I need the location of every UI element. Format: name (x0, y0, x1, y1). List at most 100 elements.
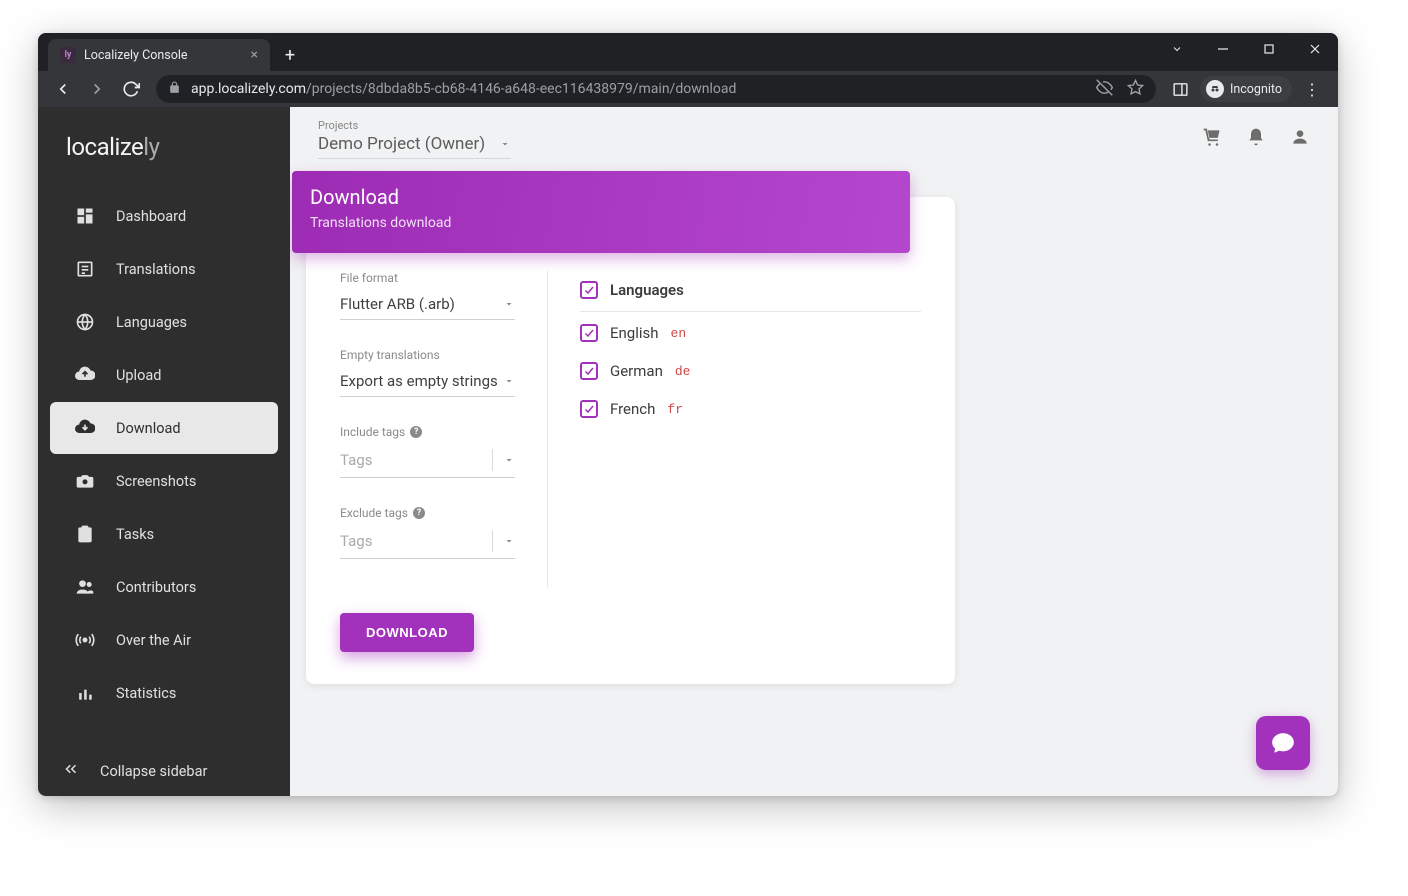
eye-off-icon[interactable] (1096, 79, 1113, 100)
sidebar-item-screenshots[interactable]: Screenshots (50, 455, 278, 507)
sidebar-item-label: Over the Air (116, 632, 191, 649)
bell-icon[interactable] (1246, 127, 1266, 151)
sidebar-item-ota[interactable]: Over the Air (50, 614, 278, 666)
empty-translations-select[interactable]: Export as empty strings (340, 368, 515, 397)
browser-addressbar: app.localizely.com/projects/8dbda8b5-cb6… (38, 71, 1338, 107)
upload-icon (74, 364, 96, 386)
sidebar-item-tasks[interactable]: Tasks (50, 508, 278, 560)
empty-translations-label: Empty translations (340, 348, 515, 362)
browser-tabbar: ly Localizely Console × + (38, 33, 1338, 71)
language-code: fr (667, 402, 683, 417)
sidebar-item-contributors[interactable]: Contributors (50, 561, 278, 613)
list-icon (74, 258, 96, 280)
close-window-button[interactable] (1292, 33, 1338, 65)
incognito-chip[interactable]: Incognito (1200, 76, 1292, 102)
topbar: Projects Demo Project (Owner) (290, 107, 1338, 167)
sidebar-item-label: Download (116, 420, 181, 437)
sidebar-item-label: Screenshots (116, 473, 196, 490)
help-icon[interactable]: ? (413, 507, 425, 519)
chevron-down-icon (503, 454, 515, 466)
globe-icon (74, 311, 96, 333)
project-value: Demo Project (Owner) (318, 134, 485, 154)
sidebar-item-upload[interactable]: Upload (50, 349, 278, 401)
exclude-tags-select[interactable]: Tags (340, 526, 515, 559)
card-header: Download Translations download (292, 171, 910, 253)
cart-icon[interactable] (1202, 127, 1222, 151)
sidebar-item-label: Languages (116, 314, 187, 331)
chevrons-left-icon (62, 760, 80, 782)
language-code: en (671, 326, 687, 341)
reload-button[interactable] (116, 74, 146, 104)
language-code: de (675, 364, 691, 379)
download-card: Download Translations download File form… (306, 197, 955, 684)
language-name: German (610, 362, 663, 380)
projects-label: Projects (318, 119, 511, 132)
camera-icon (74, 470, 96, 492)
close-icon[interactable]: × (251, 47, 258, 63)
sidebar-item-label: Statistics (116, 685, 176, 702)
sidebar-item-dashboard[interactable]: Dashboard (50, 190, 278, 242)
maximize-button[interactable] (1246, 33, 1292, 65)
file-format-label: File format (340, 271, 515, 285)
language-name: English (610, 324, 659, 342)
download-button[interactable]: DOWNLOAD (340, 613, 474, 652)
clipboard-icon (74, 523, 96, 545)
tab-title: Localizely Console (84, 48, 243, 63)
incognito-icon (1206, 80, 1224, 98)
language-row: English en (580, 314, 921, 352)
logo: localizely (38, 107, 290, 185)
collapse-sidebar-button[interactable]: Collapse sidebar (38, 746, 290, 796)
menu-button[interactable]: ⋮ (1296, 80, 1328, 99)
broadcast-icon (74, 629, 96, 651)
chevron-down-icon (503, 535, 515, 547)
sidebar-item-label: Tasks (116, 526, 154, 543)
file-format-select[interactable]: Flutter ARB (.arb) (340, 291, 515, 320)
browser-tab[interactable]: ly Localizely Console × (48, 39, 270, 71)
chevron-down-icon (503, 298, 515, 310)
sidebar-item-download[interactable]: Download (50, 402, 278, 454)
help-icon[interactable]: ? (410, 426, 422, 438)
panel-icon[interactable] (1166, 74, 1196, 104)
project-selector[interactable]: Projects Demo Project (Owner) (318, 119, 511, 159)
bar-chart-icon (74, 682, 96, 704)
sidebar-item-label: Dashboard (116, 208, 186, 225)
languages-all-checkbox[interactable] (580, 281, 598, 299)
dashboard-icon (74, 205, 96, 227)
new-tab-button[interactable]: + (276, 41, 304, 69)
minimize-button[interactable] (1200, 33, 1246, 65)
language-row: German de (580, 352, 921, 390)
tab-favicon-icon: ly (60, 47, 76, 63)
back-button[interactable] (48, 74, 78, 104)
star-icon[interactable] (1127, 79, 1144, 100)
user-icon[interactable] (1290, 127, 1310, 151)
languages-header-label: Languages (610, 281, 684, 299)
sidebar-item-statistics[interactable]: Statistics (50, 667, 278, 719)
url-input[interactable]: app.localizely.com/projects/8dbda8b5-cb6… (156, 75, 1156, 103)
chevron-down-icon (503, 375, 515, 387)
language-checkbox[interactable] (580, 400, 598, 418)
language-name: French (610, 400, 655, 418)
sidebar: localizely Dashboard Translations Langua… (38, 107, 290, 796)
sidebar-item-label: Translations (116, 261, 196, 278)
sidebar-item-label: Upload (116, 367, 161, 384)
sidebar-item-label: Contributors (116, 579, 196, 596)
exclude-tags-label: Exclude tags? (340, 506, 515, 520)
chevron-down-icon[interactable] (1154, 33, 1200, 65)
url-text: app.localizely.com/projects/8dbda8b5-cb6… (191, 81, 1086, 97)
include-tags-label: Include tags? (340, 425, 515, 439)
languages-header-row: Languages (580, 271, 921, 312)
sidebar-item-translations[interactable]: Translations (50, 243, 278, 295)
card-title: Download (310, 185, 892, 209)
language-row: French fr (580, 390, 921, 428)
lock-icon (168, 81, 181, 98)
download-icon (74, 417, 96, 439)
language-checkbox[interactable] (580, 362, 598, 380)
card-subtitle: Translations download (310, 215, 892, 231)
sidebar-item-languages[interactable]: Languages (50, 296, 278, 348)
chat-widget-button[interactable] (1256, 716, 1310, 770)
forward-button[interactable] (82, 74, 112, 104)
language-checkbox[interactable] (580, 324, 598, 342)
chat-icon (1270, 730, 1296, 756)
people-icon (74, 576, 96, 598)
include-tags-select[interactable]: Tags (340, 445, 515, 478)
